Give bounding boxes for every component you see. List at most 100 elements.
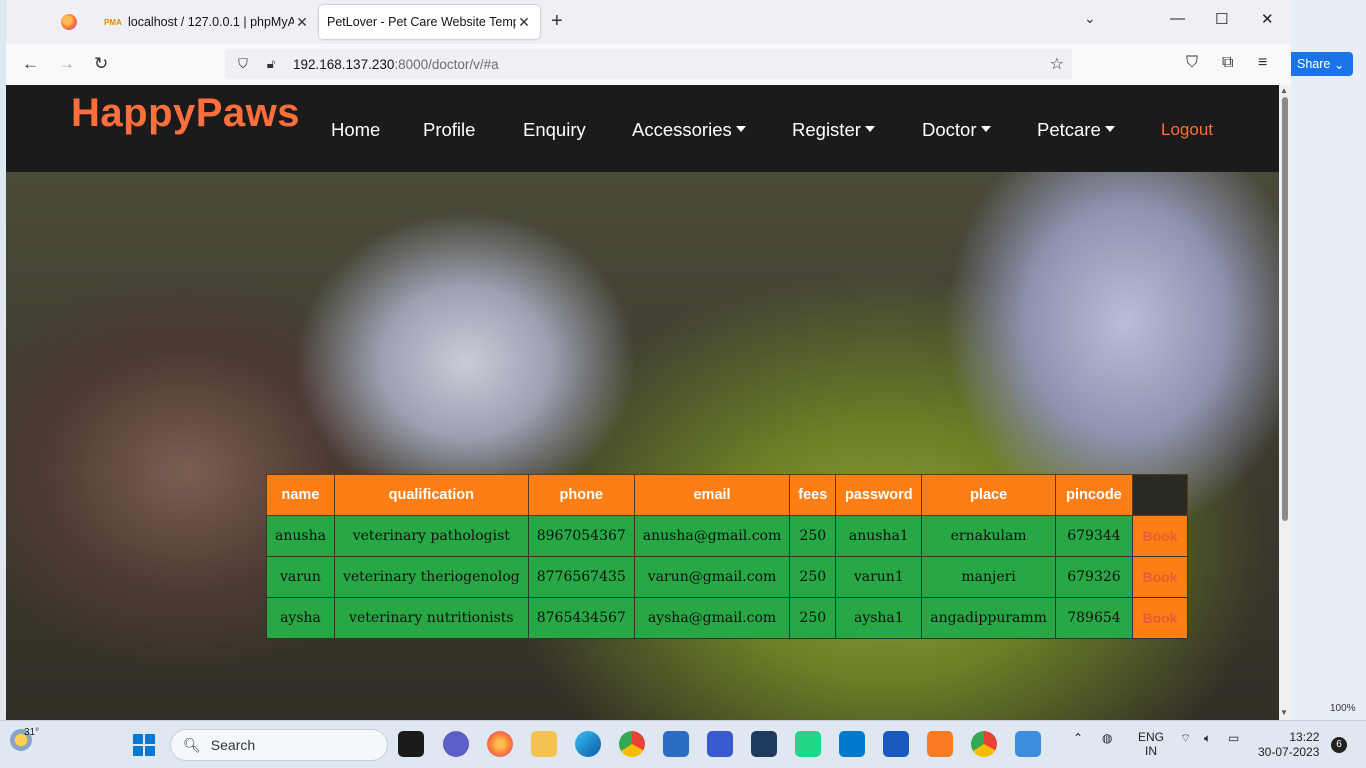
store-icon[interactable] bbox=[663, 731, 689, 757]
background-window-edge bbox=[1291, 0, 1366, 720]
language-indicator[interactable]: ENG IN bbox=[1138, 730, 1164, 758]
date: 30-07-2023 bbox=[1258, 745, 1320, 759]
close-tab-icon[interactable]: ✕ bbox=[294, 14, 310, 31]
network-status-icon[interactable]: ◍ bbox=[1102, 731, 1112, 745]
task-view-icon[interactable] bbox=[398, 731, 424, 757]
back-icon[interactable]: ← bbox=[22, 54, 39, 74]
volume-icon[interactable]: 🔈︎ bbox=[1204, 731, 1211, 746]
cell-email: aysha@gmail.com bbox=[633, 597, 791, 639]
column-header: phone bbox=[527, 474, 635, 516]
scrollbar-thumb[interactable] bbox=[1282, 97, 1288, 521]
cell-pincode: 789654 bbox=[1054, 597, 1133, 639]
site-logo[interactable]: HappyPaws bbox=[71, 91, 300, 136]
doctor-table: name qualification phone email fees pass… bbox=[266, 474, 1188, 639]
cell-qualification: veterinary theriogenolog bbox=[333, 556, 529, 598]
temperature: 31° bbox=[24, 727, 40, 738]
photos-icon[interactable] bbox=[1015, 731, 1041, 757]
caret-down-icon bbox=[980, 126, 991, 132]
close-window-icon[interactable]: ✕ bbox=[1261, 10, 1274, 28]
maximize-icon[interactable]: ☐ bbox=[1215, 10, 1228, 28]
file-explorer-icon[interactable] bbox=[531, 731, 557, 757]
cell-pincode: 679326 bbox=[1054, 556, 1133, 598]
column-header: password bbox=[835, 474, 923, 516]
cell-place: manjeri bbox=[921, 556, 1056, 598]
tab-phpmyadmin[interactable]: PMA localhost / 127.0.0.1 | phpMyAd ✕ bbox=[96, 5, 318, 39]
taskbar-search[interactable]: 🔍︎ Search bbox=[170, 729, 388, 761]
browser-window: PMA localhost / 127.0.0.1 | phpMyAd ✕ Pe… bbox=[6, 0, 1291, 720]
cell-fees: 250 bbox=[789, 597, 837, 639]
cell-password: anusha1 bbox=[835, 515, 923, 557]
nav-accessories[interactable]: Accessories bbox=[632, 119, 746, 141]
teams-icon[interactable] bbox=[443, 731, 469, 757]
nav-label: Doctor bbox=[922, 119, 977, 140]
tab-petlover[interactable]: PetLover - Pet Care Website Templat ✕ bbox=[319, 5, 540, 39]
book-button[interactable]: Book bbox=[1131, 515, 1188, 557]
weather-widget[interactable]: 31° bbox=[10, 727, 39, 751]
chrome-profile-icon[interactable] bbox=[971, 731, 997, 757]
nav-label: Petcare bbox=[1037, 119, 1101, 140]
start-button[interactable] bbox=[133, 734, 155, 756]
column-header-action bbox=[1131, 474, 1188, 516]
scroll-up-icon[interactable]: ▲ bbox=[1280, 86, 1288, 95]
caret-down-icon bbox=[735, 126, 746, 132]
xampp-icon[interactable] bbox=[927, 731, 953, 757]
insecure-lock-icon[interactable]: 🔓︎ bbox=[261, 56, 281, 72]
nav-label: Enquiry bbox=[523, 119, 586, 140]
reload-icon[interactable]: ↻ bbox=[94, 54, 108, 74]
nav-label: Accessories bbox=[632, 119, 732, 140]
edge-icon[interactable] bbox=[575, 731, 601, 757]
list-all-tabs-icon[interactable]: ⌄ bbox=[1084, 10, 1096, 27]
page-scrollbar[interactable]: ▲ ▼ bbox=[1279, 85, 1291, 720]
pycharm-icon[interactable] bbox=[795, 731, 821, 757]
tab-title: PetLover - Pet Care Website Templat bbox=[327, 15, 516, 29]
windows-taskbar: 31° 🔍︎ Search ⌃ ◍ ENG IN ⌔ 🔈︎ ▭ 13:22 30… bbox=[0, 720, 1366, 768]
nav-enquiry[interactable]: Enquiry bbox=[523, 119, 586, 141]
wifi-icon[interactable]: ⌔ bbox=[1180, 731, 1191, 746]
share-button[interactable]: Share ⌄ bbox=[1291, 52, 1353, 76]
url-bar[interactable]: ⛉ 🔓︎ 192.168.137.230:8000/doctor/v/#a ☆ bbox=[225, 49, 1072, 79]
phpmyadmin-icon: PMA bbox=[104, 17, 122, 27]
new-tab-button[interactable]: + bbox=[551, 10, 563, 33]
notification-badge[interactable]: 6 bbox=[1331, 737, 1347, 753]
caret-down-icon bbox=[1104, 126, 1115, 132]
cell-password: varun1 bbox=[835, 556, 923, 598]
table-row: aysha veterinary nutritionists 876543456… bbox=[266, 597, 1188, 639]
book-button[interactable]: Book bbox=[1131, 556, 1188, 598]
chrome-icon[interactable] bbox=[619, 731, 645, 757]
cell-pincode: 679344 bbox=[1054, 515, 1133, 557]
clock[interactable]: 13:22 30-07-2023 bbox=[1258, 730, 1319, 760]
vscode-icon[interactable] bbox=[839, 731, 865, 757]
scroll-down-icon[interactable]: ▼ bbox=[1280, 708, 1288, 717]
word-icon[interactable] bbox=[883, 731, 909, 757]
column-header: place bbox=[921, 474, 1056, 516]
shield-icon[interactable]: ⛉ bbox=[233, 56, 253, 72]
nav-home[interactable]: Home bbox=[331, 119, 380, 141]
extensions-icon[interactable]: ⧉ bbox=[1222, 54, 1233, 72]
firefox-taskbar-icon[interactable] bbox=[487, 731, 513, 757]
battery-icon[interactable]: ▭ bbox=[1228, 731, 1239, 745]
forward-icon[interactable]: → bbox=[58, 54, 75, 74]
app-icon[interactable] bbox=[751, 731, 777, 757]
firefox-view-button[interactable] bbox=[46, 6, 92, 38]
show-hidden-icons[interactable]: ⌃ bbox=[1073, 731, 1083, 745]
menu-icon[interactable]: ≡ bbox=[1258, 54, 1267, 72]
nav-label: Register bbox=[792, 119, 861, 140]
cell-qualification: veterinary pathologist bbox=[333, 515, 529, 557]
nav-petcare[interactable]: Petcare bbox=[1037, 119, 1115, 141]
bookmark-star-icon[interactable]: ☆ bbox=[1050, 54, 1064, 74]
minimize-icon[interactable]: — bbox=[1170, 10, 1185, 27]
app-icon[interactable] bbox=[707, 731, 733, 757]
region-code: IN bbox=[1145, 744, 1157, 758]
nav-register[interactable]: Register bbox=[792, 119, 875, 141]
nav-logout[interactable]: Logout bbox=[1161, 120, 1213, 140]
column-header: qualification bbox=[333, 474, 529, 516]
pocket-icon[interactable]: ⛉ bbox=[1186, 54, 1198, 72]
close-tab-icon[interactable]: ✕ bbox=[516, 14, 532, 31]
nav-label: Profile bbox=[423, 119, 476, 140]
column-header: name bbox=[266, 474, 335, 516]
nav-profile[interactable]: Profile bbox=[423, 119, 475, 141]
book-button[interactable]: Book bbox=[1131, 597, 1188, 639]
share-label: Share bbox=[1297, 57, 1331, 71]
nav-doctor[interactable]: Doctor bbox=[922, 119, 991, 141]
cell-fees: 250 bbox=[789, 556, 837, 598]
